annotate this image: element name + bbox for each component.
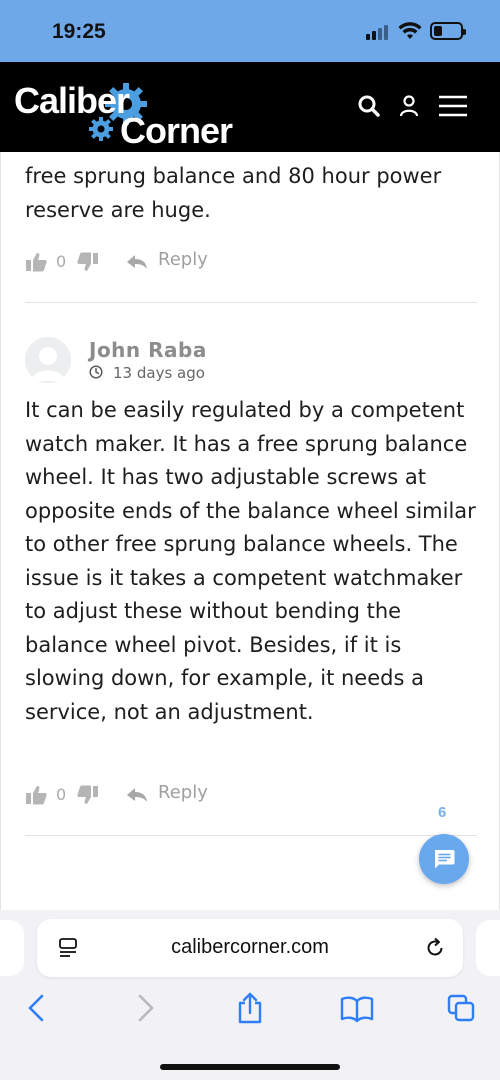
thumbs-down-icon[interactable] bbox=[77, 251, 99, 273]
thumbs-up-icon[interactable] bbox=[25, 784, 47, 806]
comment-text: It can be easily regulated by a competen… bbox=[25, 398, 476, 724]
menu-icon[interactable] bbox=[437, 92, 469, 120]
tabs-icon[interactable] bbox=[446, 992, 476, 1024]
clock-icon bbox=[89, 365, 103, 379]
site-header: Caliber Corner bbox=[0, 62, 500, 152]
search-icon[interactable] bbox=[355, 92, 383, 120]
previous-tab-peek[interactable] bbox=[0, 920, 24, 976]
comment-divider bbox=[25, 835, 477, 836]
battery-icon bbox=[430, 22, 466, 40]
reply-link[interactable]: Reply bbox=[158, 249, 208, 270]
forward-icon[interactable] bbox=[130, 992, 160, 1024]
previous-comment-actions: 0 Reply bbox=[25, 248, 325, 278]
thumbs-up-icon[interactable] bbox=[25, 251, 47, 273]
reply-icon[interactable] bbox=[125, 253, 149, 271]
reload-icon[interactable] bbox=[423, 936, 447, 960]
comment-icon bbox=[435, 850, 455, 869]
previous-comment-text: free sprung balance and 80 hour power re… bbox=[25, 164, 442, 222]
share-icon[interactable] bbox=[235, 992, 265, 1024]
like-count: 0 bbox=[56, 252, 67, 271]
logo-word-corner: Corner bbox=[120, 110, 233, 151]
browser-bottom-bar: calibercorner.com bbox=[0, 910, 500, 1080]
address-bar[interactable]: calibercorner.com bbox=[37, 919, 463, 977]
url-text[interactable]: calibercorner.com bbox=[37, 936, 463, 959]
comment-time-ago[interactable]: 13 days ago bbox=[113, 364, 205, 382]
next-tab-peek[interactable] bbox=[476, 920, 500, 976]
comments-count-badge: 6 bbox=[438, 804, 447, 821]
thumbs-down-icon[interactable] bbox=[77, 784, 99, 806]
comments-fab-button[interactable] bbox=[419, 834, 469, 884]
like-count: 0 bbox=[56, 785, 67, 804]
cellular-signal-icon bbox=[366, 24, 392, 40]
user-icon[interactable] bbox=[395, 92, 423, 120]
wifi-icon bbox=[398, 22, 422, 39]
comments-section: free sprung balance and 80 hour power re… bbox=[0, 152, 500, 910]
home-indicator bbox=[160, 1064, 340, 1070]
logo-word-caliber: Caliber bbox=[14, 80, 130, 121]
back-icon[interactable] bbox=[22, 992, 52, 1024]
comment-author[interactable]: John Raba bbox=[89, 338, 207, 362]
bookmarks-icon[interactable] bbox=[340, 992, 374, 1024]
site-logo[interactable]: Caliber Corner bbox=[12, 72, 252, 151]
comment-divider bbox=[25, 302, 477, 303]
comment-actions: 0 Reply bbox=[25, 781, 325, 811]
reply-icon[interactable] bbox=[125, 786, 149, 804]
reply-link[interactable]: Reply bbox=[158, 782, 208, 803]
status-bar: 19:25 bbox=[0, 0, 500, 62]
avatar bbox=[25, 337, 71, 383]
status-time: 19:25 bbox=[52, 20, 106, 43]
